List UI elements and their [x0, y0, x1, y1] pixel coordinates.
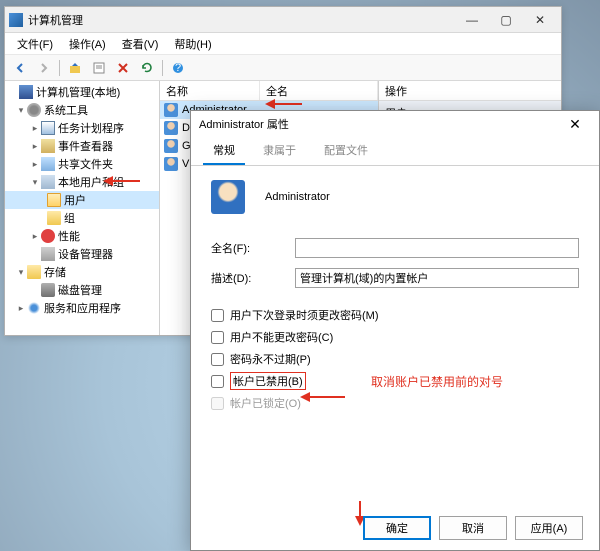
cancel-button[interactable]: 取消	[439, 516, 507, 540]
fullname-input[interactable]	[295, 238, 579, 258]
menu-file[interactable]: 文件(F)	[9, 33, 61, 55]
tree-disk-management[interactable]: 磁盘管理	[5, 281, 159, 299]
app-icon	[9, 13, 23, 27]
checkbox[interactable]	[211, 353, 224, 366]
back-button[interactable]	[9, 57, 31, 79]
tree-storage[interactable]: ▾存储	[5, 263, 159, 281]
menu-help[interactable]: 帮助(H)	[166, 33, 219, 55]
fullname-label: 全名(F):	[211, 240, 295, 256]
user-avatar-icon	[211, 180, 245, 214]
minimize-button[interactable]: —	[455, 10, 489, 30]
administrator-properties-dialog: Administrator 属性 ✕ 常规 隶属于 配置文件 Administr…	[190, 110, 600, 551]
close-button[interactable]: ✕	[523, 10, 557, 30]
tree-root[interactable]: 计算机管理(本地)	[5, 83, 159, 101]
dialog-close-button[interactable]: ✕	[559, 113, 591, 135]
tree-users[interactable]: 用户	[5, 191, 159, 209]
user-icon	[164, 139, 178, 153]
checkbox[interactable]	[211, 309, 224, 322]
description-label: 描述(D):	[211, 270, 295, 286]
maximize-button[interactable]: ▢	[489, 10, 523, 30]
col-name[interactable]: 名称	[160, 81, 260, 100]
check-password-never-expires[interactable]: 密码永不过期(P)	[211, 348, 579, 370]
window-title: 计算机管理	[28, 12, 455, 28]
checkbox[interactable]	[211, 375, 224, 388]
user-name-label: Administrator	[265, 191, 330, 203]
tree-shared-folders[interactable]: ▸共享文件夹	[5, 155, 159, 173]
tab-member-of[interactable]: 隶属于	[253, 137, 306, 165]
menu-action[interactable]: 操作(A)	[61, 33, 114, 55]
checkbox	[211, 397, 224, 410]
check-account-disabled[interactable]: 帐户已禁用(B) 取消账户已禁用前的对号	[211, 370, 579, 392]
dialog-titlebar: Administrator 属性 ✕	[191, 111, 599, 137]
tree-panel[interactable]: 计算机管理(本地) ▾系统工具 ▸任务计划程序 ▸事件查看器 ▸共享文件夹 ▾本…	[5, 81, 160, 335]
check-change-password-next-logon[interactable]: 用户下次登录时须更改密码(M)	[211, 304, 579, 326]
menu-view[interactable]: 查看(V)	[114, 33, 167, 55]
description-input[interactable]	[295, 268, 579, 288]
user-icon	[164, 103, 178, 117]
col-fullname[interactable]: 全名	[260, 81, 378, 100]
toolbar: ?	[5, 55, 561, 81]
properties-icon[interactable]	[88, 57, 110, 79]
annotation-text: 取消账户已禁用前的对号	[371, 373, 503, 390]
checkbox[interactable]	[211, 331, 224, 344]
tree-services-apps[interactable]: ▸服务和应用程序	[5, 299, 159, 317]
help-icon[interactable]: ?	[167, 57, 189, 79]
forward-button[interactable]	[33, 57, 55, 79]
titlebar: 计算机管理 — ▢ ✕	[5, 7, 561, 33]
tree-device-manager[interactable]: 设备管理器	[5, 245, 159, 263]
dialog-tabs: 常规 隶属于 配置文件	[191, 137, 599, 166]
tree-task-scheduler[interactable]: ▸任务计划程序	[5, 119, 159, 137]
check-account-locked[interactable]: 帐户已锁定(O)	[211, 392, 579, 414]
actions-header: 操作	[385, 83, 407, 99]
refresh-icon[interactable]	[136, 57, 158, 79]
tree-local-users-groups[interactable]: ▾本地用户和组	[5, 173, 159, 191]
tree-groups[interactable]: 组	[5, 209, 159, 227]
user-icon	[164, 157, 178, 171]
tree-event-viewer[interactable]: ▸事件查看器	[5, 137, 159, 155]
tree-system-tools[interactable]: ▾系统工具	[5, 101, 159, 119]
up-icon[interactable]	[64, 57, 86, 79]
dialog-title: Administrator 属性	[199, 116, 559, 132]
svg-text:?: ?	[175, 62, 181, 74]
user-icon	[164, 121, 178, 135]
ok-button[interactable]: 确定	[363, 516, 431, 540]
check-cannot-change-password[interactable]: 用户不能更改密码(C)	[211, 326, 579, 348]
tab-profile[interactable]: 配置文件	[314, 137, 378, 165]
menubar: 文件(F) 操作(A) 查看(V) 帮助(H)	[5, 33, 561, 55]
apply-button[interactable]: 应用(A)	[515, 516, 583, 540]
delete-icon[interactable]	[112, 57, 134, 79]
tab-general[interactable]: 常规	[203, 137, 245, 165]
tree-performance[interactable]: ▸性能	[5, 227, 159, 245]
